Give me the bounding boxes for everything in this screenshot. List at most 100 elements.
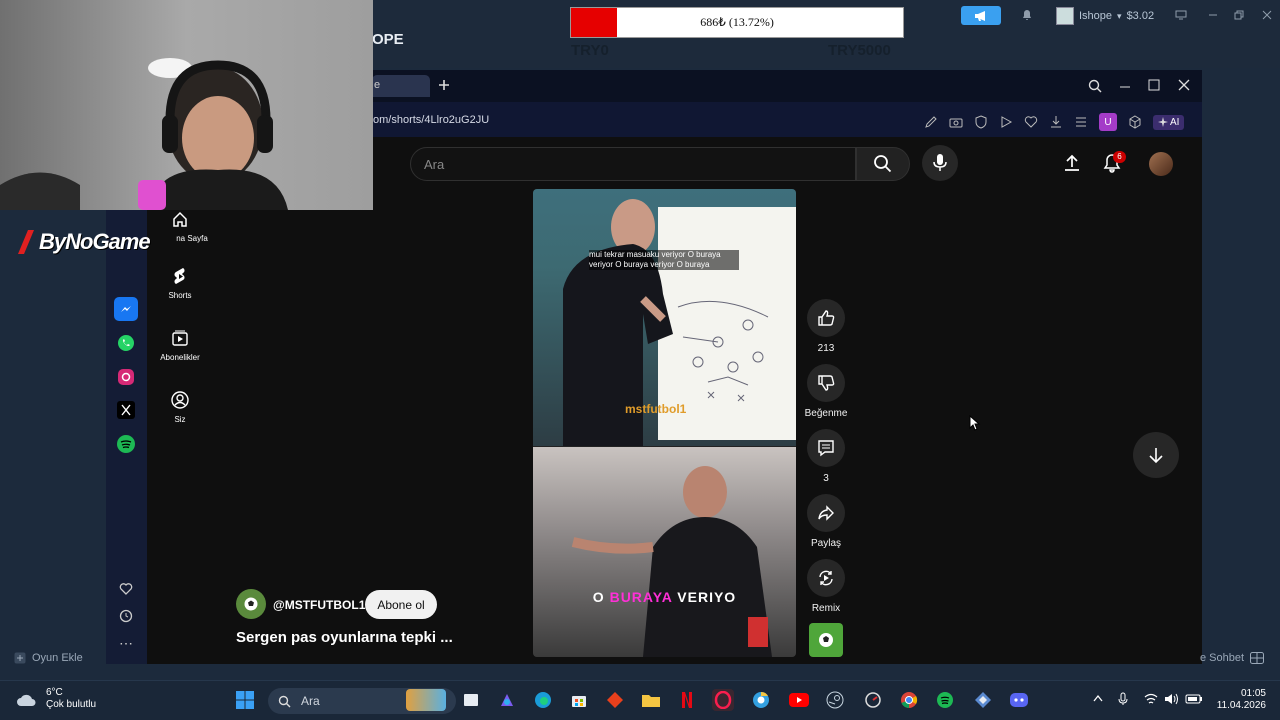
extension-badge[interactable]: U: [1099, 113, 1117, 131]
guide-item-shorts[interactable]: Shorts: [152, 265, 208, 300]
menu-icon[interactable]: [1074, 115, 1088, 129]
play-icon[interactable]: [999, 115, 1013, 129]
weather-widget[interactable]: 6°C Çok bulutlu: [16, 687, 96, 711]
netflix-icon[interactable]: [676, 689, 698, 711]
discord-icon[interactable]: [1008, 689, 1030, 711]
steam-icon[interactable]: [824, 689, 846, 711]
opera-gx-icon[interactable]: [712, 689, 734, 711]
store-icon[interactable]: [568, 689, 590, 711]
volume-icon[interactable]: [1164, 693, 1178, 705]
app-gauge-icon[interactable]: [862, 689, 884, 711]
search-icon: [874, 155, 892, 173]
edit-icon[interactable]: [924, 115, 938, 129]
shorts-video-player[interactable]: mui tekrar masuaku veriyor O buraya veri…: [533, 189, 796, 657]
shield-icon[interactable]: [974, 115, 988, 129]
heart-outline-icon[interactable]: [1024, 115, 1038, 129]
youtube-icon[interactable]: [788, 689, 810, 711]
dislike-button[interactable]: Beğenme: [801, 364, 851, 419]
guide-item-you[interactable]: Siz: [152, 389, 208, 424]
subscribe-button[interactable]: Abone ol: [365, 590, 437, 619]
subscriptions-icon: [152, 327, 208, 349]
comments-count: 3: [823, 473, 829, 484]
guide-label: Siz: [174, 415, 186, 424]
instagram-icon[interactable]: [114, 365, 138, 389]
next-video-button[interactable]: [1133, 432, 1179, 478]
user-chip[interactable]: Ishope ▾ $3.02: [1056, 6, 1154, 26]
maximize-icon[interactable]: [1148, 79, 1160, 91]
video-watermark: mstfutbol1: [625, 402, 687, 416]
url-field[interactable]: om/shorts/4Llro2uG2JU: [373, 114, 489, 126]
outer-restore-icon[interactable]: [1229, 6, 1249, 24]
whatsapp-icon[interactable]: [114, 331, 138, 355]
messenger-icon[interactable]: [114, 297, 138, 321]
channel-avatar[interactable]: [236, 589, 266, 619]
share-label: Paylaş: [810, 538, 841, 549]
close-icon[interactable]: [1178, 79, 1190, 91]
mic-tray-icon[interactable]: [1118, 692, 1128, 706]
guide-item-home[interactable]: na Sayfa: [152, 208, 208, 243]
sound-thumbnail[interactable]: [809, 623, 843, 657]
chat-label: e Sohbet: [1200, 652, 1245, 664]
camera-icon[interactable]: [949, 115, 963, 129]
home-icon: [152, 208, 208, 230]
spotify-taskbar-icon[interactable]: [934, 689, 956, 711]
copilot-icon[interactable]: [496, 689, 518, 711]
file-explorer-icon[interactable]: [640, 689, 662, 711]
announce-button[interactable]: [961, 6, 1001, 25]
create-upload-button[interactable]: [1062, 153, 1082, 173]
tab-active[interactable]: e: [372, 75, 430, 97]
search-input[interactable]: Ara: [410, 147, 856, 181]
notification-count-badge: 6: [1113, 151, 1126, 163]
battery-icon[interactable]: [1185, 693, 1203, 705]
chrome-icon[interactable]: [898, 689, 920, 711]
add-game-button[interactable]: Oyun Ekle: [14, 652, 83, 664]
voice-search-button[interactable]: [922, 145, 958, 181]
outer-close-icon[interactable]: [1257, 6, 1277, 24]
cube-icon[interactable]: [1128, 115, 1142, 129]
history-clock-icon[interactable]: [114, 604, 138, 628]
remix-button[interactable]: Remix: [801, 559, 851, 614]
comments-button[interactable]: 3: [801, 429, 851, 484]
windows-start-icon[interactable]: [234, 689, 256, 711]
outer-minimize-icon[interactable]: [1203, 6, 1223, 24]
thumbs-up-icon: [807, 299, 845, 337]
search-button[interactable]: [856, 147, 910, 181]
microphone-icon: [933, 154, 947, 171]
minimize-icon[interactable]: [1119, 79, 1131, 91]
system-clock[interactable]: 01:05 11.04.2026: [1212, 688, 1266, 712]
notifications-button[interactable]: 6: [1102, 151, 1126, 173]
favorites-heart-icon[interactable]: [114, 577, 138, 601]
browser-search-icon[interactable]: [1088, 79, 1102, 93]
more-icon[interactable]: ⋯: [114, 631, 138, 655]
guide-label: Abonelikler: [160, 353, 200, 362]
channel-name[interactable]: @MSTFUTBOL1: [273, 598, 365, 612]
wifi-icon[interactable]: [1144, 693, 1158, 705]
new-tab-icon[interactable]: [438, 79, 450, 91]
spotify-icon[interactable]: [114, 432, 138, 456]
guide-item-subscriptions[interactable]: Abonelikler: [152, 327, 208, 362]
remix-label: Remix: [811, 603, 841, 614]
guide-label: Shorts: [168, 291, 192, 300]
ai-button[interactable]: AI: [1153, 114, 1185, 130]
chat-button[interactable]: e Sohbet: [1200, 652, 1265, 664]
like-button[interactable]: 213: [801, 299, 851, 354]
task-view-icon[interactable]: [460, 689, 482, 711]
download-icon[interactable]: [1049, 115, 1063, 129]
video-title[interactable]: Sergen pas oyunlarına tepki ...: [236, 629, 453, 646]
chrome-variant-icon[interactable]: [750, 689, 772, 711]
bell-icon[interactable]: [1021, 9, 1033, 21]
edge-icon[interactable]: [532, 689, 554, 711]
user-balance: $3.02: [1126, 10, 1155, 22]
chevron-up-icon[interactable]: [1093, 694, 1103, 702]
avatar[interactable]: [1149, 152, 1173, 176]
x-twitter-icon[interactable]: [114, 398, 138, 422]
comment-icon: [807, 429, 845, 467]
video-caption-overlay: O BURAYA VERIYO: [533, 589, 796, 605]
grid-icon: [1250, 652, 1265, 664]
app-diamond-icon[interactable]: [604, 689, 626, 711]
browser-side-dock: ⋯: [106, 137, 147, 664]
app-shield-icon[interactable]: [972, 689, 994, 711]
monitor-icon[interactable]: [1171, 6, 1191, 24]
arrow-down-icon: [1149, 448, 1163, 464]
share-button[interactable]: Paylaş: [801, 494, 851, 549]
